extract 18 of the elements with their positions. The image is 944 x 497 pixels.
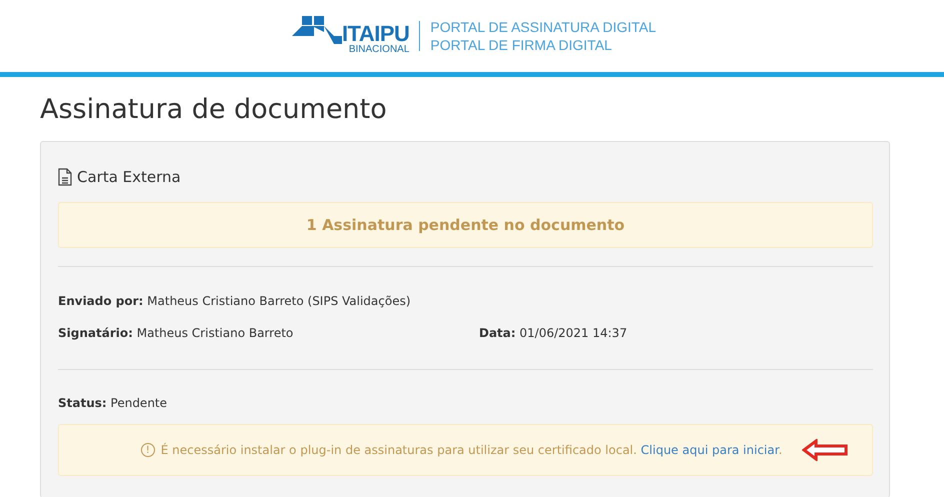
arrow-icon bbox=[802, 439, 850, 461]
detail-text: Data: 01/06/2021 14:37 bbox=[479, 325, 628, 341]
page-title: Assinatura de documento bbox=[40, 93, 388, 127]
status-text: Status: Pendente bbox=[58, 396, 168, 410]
start-link[interactable]: Clique aqui para iniciar bbox=[640, 443, 778, 457]
warning-icon: ! bbox=[140, 443, 155, 457]
document-name: Carta Externa bbox=[77, 168, 181, 186]
logo-icon bbox=[292, 16, 342, 44]
notice-text: É necessário instalar o plug-in de assinaturas para utilizar seu certificado local. bbox=[160, 443, 637, 457]
logo-subtitle: BINACIONAL bbox=[348, 44, 410, 56]
document-icon bbox=[58, 168, 72, 186]
logo-name: ITAIPU bbox=[342, 24, 410, 44]
detail-text: Signatário: Matheus Cristiano Barreto bbox=[58, 325, 294, 341]
portal-title: PORTAL DE ASSINATURA DIGITAL bbox=[430, 18, 656, 36]
pending-alert: 1 Assinatura pendente no documento bbox=[58, 202, 873, 248]
detail-text: Enviado por: Matheus Cristiano Barreto (SIPS Validações) bbox=[58, 293, 412, 309]
portal-title: PORTAL DE FIRMA DIGITAL bbox=[430, 36, 613, 54]
notice-period: . bbox=[778, 443, 782, 457]
